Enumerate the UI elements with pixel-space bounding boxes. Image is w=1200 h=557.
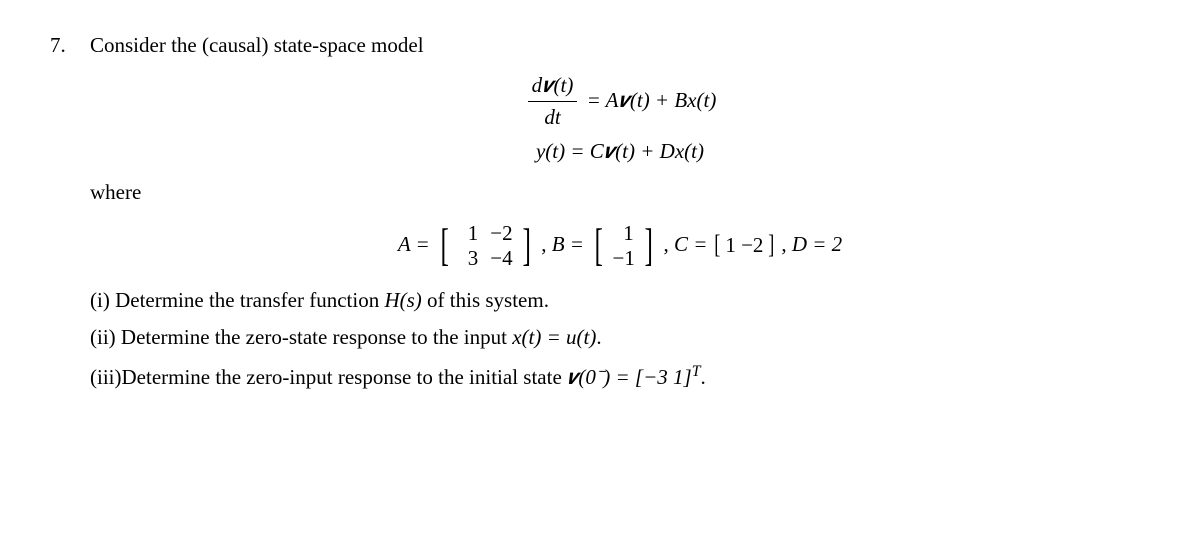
- left-bracket-icon: [: [714, 235, 720, 256]
- right-bracket-icon: ]: [522, 227, 530, 264]
- frac-top: d𝒗(t): [528, 70, 578, 103]
- A-12: −2: [490, 221, 512, 246]
- B-label: B =: [552, 232, 590, 256]
- A-22: −4: [490, 246, 512, 271]
- C-label: C =: [674, 232, 713, 256]
- part-i: (i) Determine the transfer function H(s)…: [90, 285, 1150, 317]
- frac-bot: dt: [528, 102, 578, 134]
- matrix-C: [ 1 −2 ]: [713, 230, 776, 262]
- where-label: where: [90, 177, 1150, 209]
- part-i-H: H(s): [384, 288, 421, 312]
- fraction: d𝒗(t) dt: [528, 70, 578, 134]
- state-equations: d𝒗(t) dt = A𝒗(t) + Bx(t) y(t) = C𝒗(t) + …: [90, 70, 1150, 168]
- part-iii-text: Determine the zero-input response to the…: [122, 365, 568, 389]
- part-i-text: Determine the transfer function: [110, 288, 385, 312]
- part-iii-rest: .: [700, 365, 705, 389]
- part-ii-text: Determine the zero-state response to the…: [116, 325, 513, 349]
- part-ii-rest: .: [596, 325, 601, 349]
- right-bracket-icon: ]: [769, 235, 775, 256]
- intro-text: Consider the (causal) state-space model: [90, 30, 1150, 62]
- part-i-label: (i): [90, 288, 110, 312]
- A-label: A =: [398, 232, 435, 256]
- left-bracket-icon: [: [595, 227, 603, 264]
- sep2: ,: [663, 232, 674, 256]
- A-21: 3: [458, 246, 478, 271]
- part-iii: (iii)Determine the zero-input response t…: [90, 360, 1150, 394]
- B-21: −1: [613, 246, 635, 271]
- part-iii-label: (iii): [90, 365, 122, 389]
- state-eq-1: d𝒗(t) dt = A𝒗(t) + Bx(t): [90, 70, 1150, 134]
- part-iii-eq: 𝒗(0⁻) = [−3 1]T: [567, 365, 700, 389]
- problem-content: Consider the (causal) state-space model …: [90, 30, 1150, 393]
- problem-number: 7.: [50, 30, 90, 62]
- matrix-definitions: A = [ 1 3 −2 −4 ] , B = [ 1 −1: [90, 221, 1150, 271]
- sep3: ,: [781, 232, 792, 256]
- A-11: 1: [458, 221, 478, 246]
- part-i-rest: of this system.: [422, 288, 549, 312]
- B-11: 1: [614, 221, 634, 246]
- right-bracket-icon: ]: [644, 227, 652, 264]
- part-ii-eq: x(t) = u(t): [512, 325, 596, 349]
- state-eq-rhs: = A𝒗(t) + Bx(t): [581, 87, 716, 111]
- part-ii: (ii) Determine the zero-state response t…: [90, 322, 1150, 354]
- matrix-B: [ 1 −1 ]: [591, 221, 656, 271]
- matrix-A: [ 1 3 −2 −4 ]: [437, 221, 534, 271]
- C-row: 1 −2: [721, 230, 767, 262]
- part-ii-label: (ii): [90, 325, 116, 349]
- problem-7: 7. Consider the (causal) state-space mod…: [50, 30, 1150, 393]
- sep1: ,: [541, 232, 552, 256]
- D-def: D = 2: [792, 232, 842, 256]
- left-bracket-icon: [: [440, 227, 448, 264]
- output-eq: y(t) = C𝒗(t) + Dx(t): [90, 136, 1150, 168]
